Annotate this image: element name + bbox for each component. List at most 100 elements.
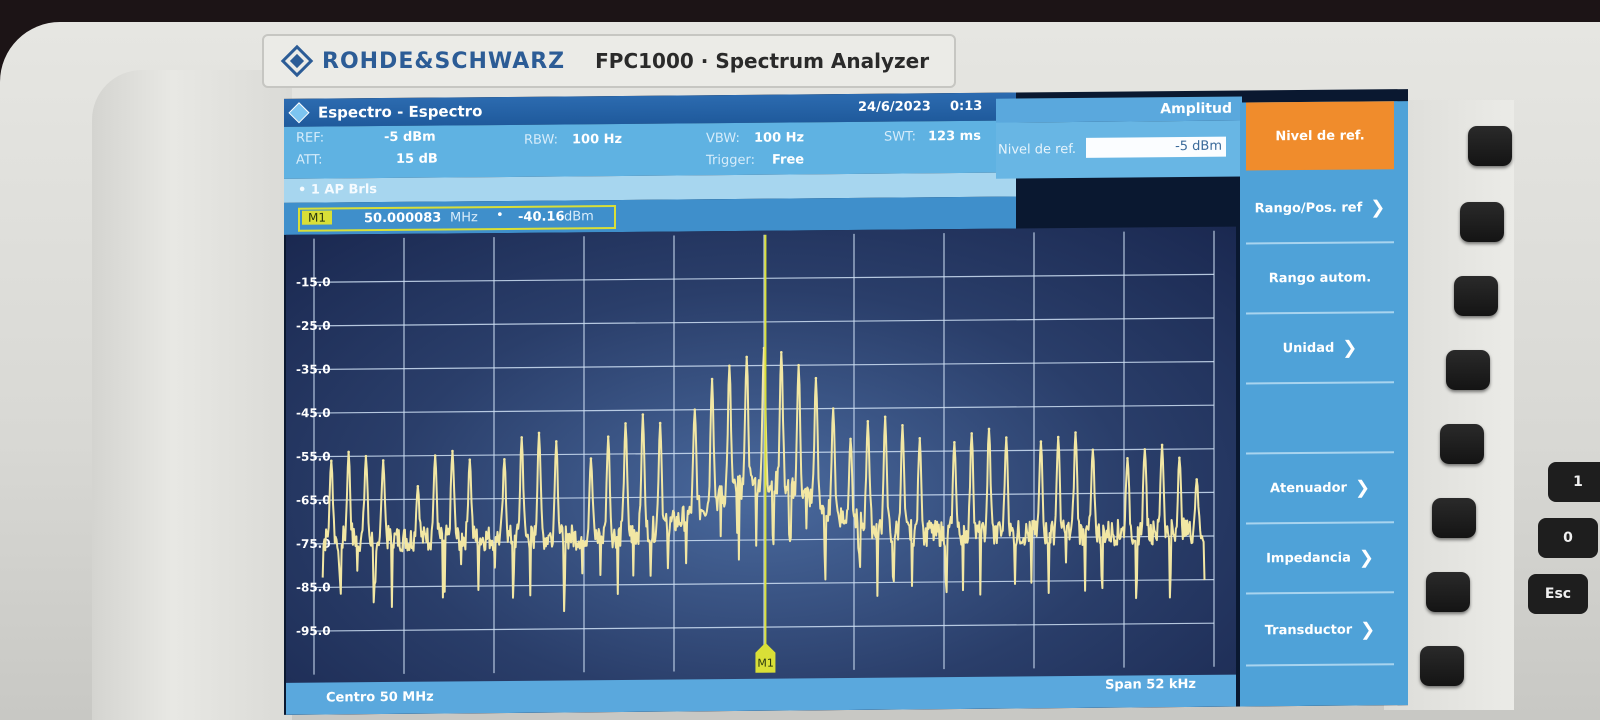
center-frequency-label: Centro 50 MHz (326, 689, 434, 706)
spectrum-peak-point (555, 440, 558, 443)
hardware-softkey-2[interactable] (1460, 202, 1504, 242)
spectrum-peak-point (883, 415, 887, 419)
spectrum-peak-point (1143, 448, 1147, 451)
chevron-right-icon: ❯ (1342, 337, 1358, 359)
analyzer-screen: Espectro - Espectro 24/6/2023 0:13 REF: … (284, 89, 1408, 715)
key-esc[interactable]: Esc (1528, 574, 1588, 614)
spectrum-peak-point (710, 377, 714, 381)
swt-label: SWT: (884, 129, 916, 145)
hardware-softkey-4[interactable] (1446, 350, 1490, 390)
hardware-softkey-1[interactable] (1468, 126, 1512, 166)
amplitude-panel: Nivel de ref. -5 dBm (996, 120, 1242, 179)
att-value: 15 dB (396, 151, 438, 167)
spectrum-peak-point (503, 458, 506, 461)
time-label: 0:13 (950, 98, 983, 115)
y-tick-label: -45.0 (296, 406, 331, 420)
spectrum-plot[interactable]: -15.0 -25.0 -35.0 -45.0 -55.0 -65.0 -75.0 -85.0… (286, 226, 1236, 715)
y-tick-label: -55.0 (296, 449, 331, 463)
marker-separator: • (496, 207, 504, 224)
hardware-softkey-buttons (1420, 110, 1530, 710)
chevron-right-icon: ❯ (1354, 476, 1371, 499)
softkey-5[interactable] (1246, 383, 1394, 455)
y-tick-label: -65.0 (296, 493, 331, 507)
spectrum-peak-point (1074, 431, 1077, 434)
softkey-8[interactable]: Transductor ❯ (1246, 595, 1394, 667)
brand-bar: ROHDE&SCHWARZ FPC1000 · Spectrum Analyze… (262, 34, 956, 88)
vbw-label: VBW: (706, 130, 740, 147)
spectrum-peak-point (987, 427, 991, 431)
trigger-label: Trigger: (706, 152, 755, 169)
hardware-softkey-6[interactable] (1432, 498, 1476, 538)
y-tick-label: -35.0 (296, 362, 331, 376)
spectrum-peak-point (1126, 456, 1129, 460)
spectrum-peak-point (606, 435, 610, 438)
softkey-label: Impedancia (1266, 550, 1351, 566)
settings-panel: REF: -5 dBm ATT: 15 dB RBW: 100 Hz VBW: … (284, 120, 1016, 179)
softkey-panel: Nivel de ref. Rango/Pos. ref ❯ Rango autom.… (1240, 101, 1408, 707)
spectrum-peak-point (347, 450, 350, 454)
spectrum-peak-point (589, 457, 593, 460)
ref-level-input[interactable]: -5 dBm (1086, 136, 1226, 158)
amplitude-header: Amplitud (996, 96, 1242, 123)
spectrum-peak-point (1160, 443, 1164, 447)
marker-level-unit: dBm (564, 209, 594, 225)
y-tick-label: -85.0 (296, 580, 331, 594)
spectrum-peak-point (814, 376, 818, 380)
spectrum-peak-point (641, 413, 645, 416)
marker-frequency-unit: MHz (450, 210, 478, 226)
spectrum-peak-point (451, 449, 454, 453)
spectrum-mode-icon (288, 102, 310, 128)
y-tick-label: -25.0 (296, 319, 331, 333)
y-tick-label: -95.0 (296, 624, 331, 638)
softkey-3[interactable]: Rango autom. (1246, 243, 1394, 315)
amplitude-header-label: Amplitud (1160, 100, 1232, 118)
spectrum-peak-point (970, 432, 973, 435)
spectrum-peak-point (797, 363, 800, 367)
hardware-softkey-8[interactable] (1420, 646, 1464, 686)
spectrum-chart-svg: -15.0-25.0-35.0-45.0-55.0-65.0-75.0-85.0… (296, 230, 1215, 675)
hardware-softkey-7[interactable] (1426, 572, 1470, 612)
rohde-schwarz-logo-icon (280, 44, 314, 78)
spectrum-peak-point (364, 454, 368, 458)
numeric-keypad: 1 0 Esc (1520, 320, 1600, 620)
spectrum-peak-point (624, 422, 627, 425)
softkey-1[interactable]: Nivel de ref. (1246, 101, 1394, 171)
spectrum-peak-point (1005, 436, 1008, 439)
softkey-4[interactable]: Unidad ❯ (1246, 313, 1394, 385)
softkey-label: Unidad (1282, 340, 1335, 356)
chevron-right-icon: ❯ (1360, 618, 1376, 641)
spectrum-peak-point (537, 431, 541, 435)
spectrum-peak-point (330, 459, 333, 463)
marker-level: -40.16 (518, 209, 565, 225)
ref-label: REF: (296, 130, 325, 146)
y-tick-label: -15.0 (296, 275, 331, 289)
softkey-label: Rango autom. (1268, 269, 1372, 286)
softkey-7[interactable]: Impedancia ❯ (1246, 523, 1394, 595)
key-1[interactable]: 1 (1548, 462, 1600, 502)
window-title: Espectro - Espectro (318, 102, 483, 122)
spectrum-peak-point (849, 437, 852, 441)
spectrum-peak-point (780, 350, 783, 354)
spectrum-peak-point (1056, 435, 1060, 439)
key-0[interactable]: 0 (1538, 518, 1598, 558)
hardware-softkey-5[interactable] (1440, 424, 1484, 464)
spectrum-peak-point (381, 459, 385, 462)
spectrum-peak-point (433, 454, 437, 457)
softkey-2[interactable]: Rango/Pos. ref ❯ (1246, 173, 1394, 245)
spectrum-peak-point (918, 436, 922, 440)
softkey-6[interactable]: Atenuador ❯ (1246, 453, 1394, 525)
trigger-value: Free (772, 152, 805, 168)
brand-name: ROHDE&SCHWARZ (322, 48, 566, 74)
spectrum-peak-point (520, 436, 523, 439)
ref-level-label: Nivel de ref. (998, 141, 1076, 158)
marker-m1-label: M1 (757, 657, 773, 670)
marker-readout[interactable]: M1 50.000083 MHz • -40.16 dBm (298, 205, 616, 232)
date-label: 24/6/2023 (858, 99, 931, 115)
att-label: ATT: (296, 152, 323, 168)
softkey-label: Rango/Pos. ref (1254, 199, 1363, 216)
chevron-right-icon: ❯ (1370, 196, 1386, 218)
spectrum-peak-point (1195, 478, 1198, 481)
spectrum-peak-point (901, 424, 904, 427)
marker-frequency: 50.000083 (364, 210, 442, 227)
hardware-softkey-3[interactable] (1454, 276, 1498, 316)
